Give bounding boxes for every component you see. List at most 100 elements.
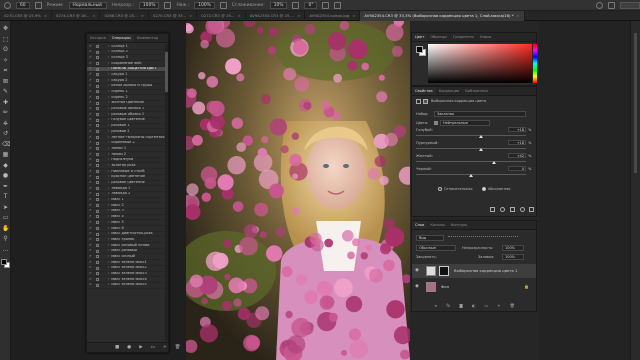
visibility-icon[interactable] <box>520 207 525 212</box>
slider-value-field[interactable]: +18 <box>508 140 526 145</box>
foreground-color-swatch[interactable] <box>416 46 423 53</box>
action-enabled-icon[interactable]: ✓ <box>88 112 93 117</box>
action-enabled-icon[interactable]: ✓ <box>88 84 93 89</box>
action-dialog-toggle-icon[interactable] <box>96 84 99 88</box>
add-mask-icon[interactable]: ◙ <box>459 303 463 311</box>
frame-tool-icon[interactable]: ⊠ <box>2 78 9 85</box>
action-enabled-icon[interactable]: ✓ <box>88 226 93 231</box>
action-dialog-toggle-icon[interactable] <box>96 147 99 151</box>
action-dialog-toggle-icon[interactable] <box>96 96 99 100</box>
chevron-right-icon[interactable]: › <box>108 124 109 129</box>
chevron-right-icon[interactable]: › <box>108 220 109 225</box>
action-dialog-toggle-icon[interactable] <box>96 283 99 287</box>
action-dialog-toggle-icon[interactable] <box>96 192 99 196</box>
action-enabled-icon[interactable]: ✓ <box>88 78 93 83</box>
slider-handle[interactable] <box>492 161 497 164</box>
chevron-right-icon[interactable]: › <box>108 169 109 174</box>
radio-relative[interactable] <box>438 187 442 191</box>
action-dialog-toggle-icon[interactable] <box>96 113 99 117</box>
action-enabled-icon[interactable]: ✓ <box>88 90 93 95</box>
blur-tool-icon[interactable]: ◆ <box>2 162 9 169</box>
chevron-right-icon[interactable]: › <box>108 226 109 231</box>
document-tab[interactable]: 0274.CR3 @ 16... × <box>52 11 101 21</box>
action-item[interactable]: ✓ › микс зелени микс5 <box>87 283 168 289</box>
brush-tool-icon[interactable]: ✏ <box>2 109 9 116</box>
marquee-tool-icon[interactable]: ⬚ <box>2 36 9 43</box>
chevron-right-icon[interactable]: › <box>108 254 109 259</box>
action-enabled-icon[interactable]: ✓ <box>88 215 93 220</box>
foreground-color-icon[interactable] <box>1 259 7 265</box>
action-dialog-toggle-icon[interactable] <box>96 67 99 71</box>
chevron-right-icon[interactable]: › <box>108 118 109 123</box>
action-dialog-toggle-icon[interactable] <box>96 187 99 191</box>
eyedropper-tool-icon[interactable]: ✎ <box>2 88 9 95</box>
action-enabled-icon[interactable]: ✓ <box>88 169 93 174</box>
action-enabled-icon[interactable]: ✓ <box>88 243 93 248</box>
slider-handle[interactable] <box>469 174 473 177</box>
layer-row[interactable]: ◉ Фон 🔒 <box>412 280 536 294</box>
pen-tool-icon[interactable]: ✒ <box>2 183 9 190</box>
action-enabled-icon[interactable]: ✓ <box>88 61 93 66</box>
action-dialog-toggle-icon[interactable] <box>96 255 99 259</box>
action-enabled-icon[interactable]: ✓ <box>88 249 93 254</box>
delete-adjustment-icon[interactable] <box>529 207 534 212</box>
mode-select[interactable]: Нормальный <box>68 1 107 9</box>
slider-value-field[interactable]: +18 <box>508 127 526 132</box>
action-enabled-icon[interactable]: ✓ <box>88 146 93 151</box>
eye-icon[interactable]: ◉ <box>415 280 419 294</box>
angle-field[interactable]: 0° <box>304 1 318 9</box>
action-dialog-toggle-icon[interactable] <box>96 249 99 253</box>
new-layer-icon[interactable]: + <box>497 303 500 311</box>
tab-swatches[interactable]: Образцы <box>427 33 450 41</box>
chevron-right-icon[interactable]: › <box>108 152 109 157</box>
document-tab[interactable]: AV9A2354.CR3 @ 33,3% (Выборочная коррекц… <box>360 11 525 21</box>
chevron-right-icon[interactable]: › <box>108 101 109 106</box>
rectangle-tool-icon[interactable]: ▭ <box>2 214 9 221</box>
slider-track[interactable] <box>416 135 526 136</box>
chevron-right-icon[interactable]: › <box>108 192 109 197</box>
action-enabled-icon[interactable]: ✓ <box>88 209 93 214</box>
mask-icon[interactable] <box>423 99 428 104</box>
action-dialog-toggle-icon[interactable] <box>96 141 99 145</box>
slider-handle[interactable] <box>478 135 483 138</box>
more-tools-icon[interactable]: … <box>2 246 9 253</box>
action-dialog-toggle-icon[interactable] <box>96 50 99 54</box>
chevron-right-icon[interactable]: › <box>108 112 109 117</box>
lasso-tool-icon[interactable]: ʘ <box>2 46 9 53</box>
action-dialog-toggle-icon[interactable] <box>96 181 99 185</box>
chevron-right-icon[interactable]: › <box>108 203 109 208</box>
new-action-icon[interactable]: + <box>163 345 167 350</box>
action-dialog-toggle-icon[interactable] <box>96 215 99 219</box>
chevron-right-icon[interactable]: › <box>108 272 109 277</box>
tab-actions[interactable]: Операции <box>108 34 134 42</box>
tab-libraries[interactable]: Библиотеки <box>462 87 491 95</box>
action-enabled-icon[interactable]: ✓ <box>88 129 93 134</box>
close-tab-icon[interactable]: × <box>44 11 47 21</box>
history-brush-tool-icon[interactable]: ↺ <box>2 130 9 137</box>
action-dialog-toggle-icon[interactable] <box>96 124 99 128</box>
healing-brush-tool-icon[interactable]: ✚ <box>2 99 9 106</box>
slider-track[interactable] <box>416 148 526 149</box>
action-enabled-icon[interactable]: ✓ <box>88 95 93 100</box>
action-enabled-icon[interactable]: ✓ <box>88 135 93 140</box>
tab-patterns[interactable]: Узоры <box>477 33 494 41</box>
view-previous-icon[interactable] <box>500 207 505 212</box>
search-icon[interactable] <box>596 1 603 9</box>
action-enabled-icon[interactable]: ✓ <box>88 44 93 49</box>
chevron-right-icon[interactable]: › <box>108 61 109 66</box>
chevron-right-icon[interactable]: › <box>108 175 109 180</box>
radio-absolute[interactable] <box>482 187 486 191</box>
gradient-tool-icon[interactable]: ▦ <box>2 151 9 158</box>
fill-field[interactable]: 100% <box>502 254 524 260</box>
flow-field[interactable]: 100% <box>194 1 215 9</box>
eye-icon[interactable]: ◉ <box>415 264 419 278</box>
action-enabled-icon[interactable]: ✓ <box>88 266 93 271</box>
document-tab[interactable]: 0270.CR3 @ 25,9% × <box>0 11 53 21</box>
chevron-right-icon[interactable]: › <box>108 50 109 55</box>
action-enabled-icon[interactable]: ✓ <box>88 181 93 186</box>
slider-handle[interactable] <box>478 148 483 151</box>
document-tab[interactable]: 0268.CR3 @ 25... × <box>100 11 149 21</box>
action-enabled-icon[interactable]: ✓ <box>88 186 93 191</box>
eraser-tool-icon[interactable]: ⌫ <box>2 141 10 148</box>
tab-adjustments[interactable]: Коррекция <box>436 87 463 95</box>
